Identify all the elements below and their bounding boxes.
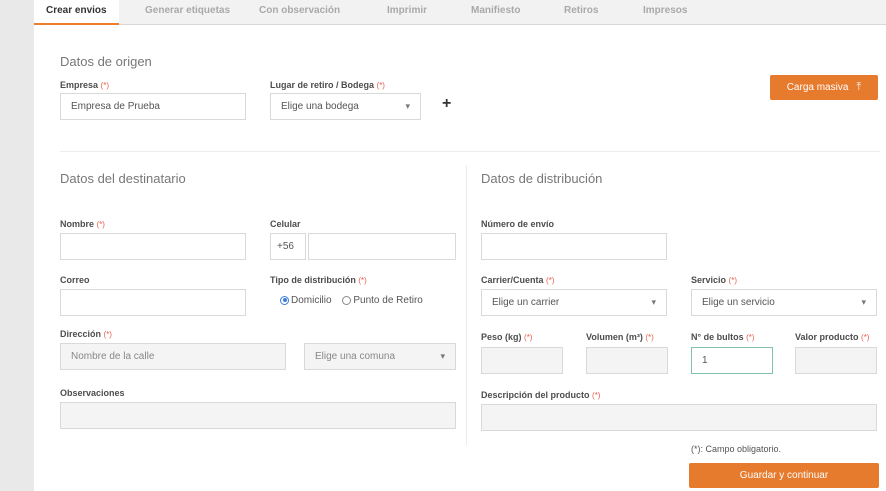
- divider: [60, 151, 880, 152]
- packages-label: N° de bultos (*): [691, 332, 755, 342]
- company-field[interactable]: Empresa de Prueba: [60, 93, 246, 120]
- pickup-select[interactable]: Elige una bodega: [270, 93, 421, 120]
- distribution-section-title: Datos de distribución: [481, 171, 603, 186]
- radio-punto-retiro[interactable]: [342, 295, 352, 305]
- service-select[interactable]: Elige un servicio: [691, 289, 877, 316]
- tab-imprimir[interactable]: Imprimir: [387, 5, 427, 16]
- tab-manifiesto[interactable]: Manifiesto: [471, 5, 520, 16]
- volume-field[interactable]: [586, 347, 668, 374]
- radio-domicilio-label: Domicilio: [291, 295, 332, 306]
- description-label: Descripción del producto (*): [481, 390, 601, 400]
- description-field[interactable]: [481, 404, 877, 431]
- name-field[interactable]: [60, 233, 246, 260]
- email-field[interactable]: [60, 289, 246, 316]
- column-divider: [466, 165, 467, 445]
- notes-field[interactable]: [60, 402, 456, 429]
- street-field[interactable]: Nombre de la calle: [60, 343, 286, 370]
- commune-select[interactable]: Elige una comuna: [304, 343, 456, 370]
- name-label: Nombre (*): [60, 219, 105, 229]
- phone-label: Celular: [270, 219, 301, 229]
- add-warehouse-icon[interactable]: +: [442, 95, 451, 113]
- product-value-label: Valor producto (*): [795, 332, 870, 342]
- shipment-number-label: Número de envío: [481, 219, 555, 229]
- phone-field[interactable]: [308, 233, 456, 260]
- carrier-select[interactable]: Elige un carrier: [481, 289, 667, 316]
- tab-crear-envios[interactable]: Crear envios: [34, 0, 119, 25]
- tab-impresos[interactable]: Impresos: [643, 5, 687, 16]
- volume-label: Volumen (m³) (*): [586, 332, 654, 342]
- upload-icon: ⤒: [856, 81, 862, 93]
- service-label: Servicio (*): [691, 275, 737, 285]
- email-label: Correo: [60, 275, 90, 285]
- dist-type-label: Tipo de distribución (*): [270, 275, 367, 285]
- recipient-section-title: Datos del destinatario: [60, 171, 186, 186]
- tab-bar: Crear envios Generar etiquetas Con obser…: [34, 0, 886, 25]
- shipment-form: Datos de origen Empresa (*) Empresa de P…: [34, 25, 886, 491]
- pickup-label: Lugar de retiro / Bodega (*): [270, 80, 385, 90]
- address-label: Dirección (*): [60, 329, 112, 339]
- radio-domicilio[interactable]: [280, 295, 289, 305]
- weight-field[interactable]: [481, 347, 563, 374]
- notes-label: Observaciones: [60, 388, 125, 398]
- dist-type-options: Domicilio Punto de Retiro: [280, 295, 423, 306]
- radio-punto-retiro-label: Punto de Retiro: [353, 295, 423, 306]
- packages-field[interactable]: 1: [691, 347, 773, 374]
- weight-label: Peso (kg) (*): [481, 332, 533, 342]
- tab-retiros[interactable]: Retiros: [564, 5, 598, 16]
- product-value-field[interactable]: [795, 347, 877, 374]
- tab-generar-etiquetas[interactable]: Generar etiquetas: [145, 5, 230, 16]
- tab-con-observacion[interactable]: Con observación: [259, 5, 340, 16]
- bulk-upload-label: Carga masiva: [786, 82, 849, 93]
- bulk-upload-button[interactable]: Carga masiva ⤒: [770, 75, 878, 100]
- phone-prefix: +56: [270, 233, 306, 260]
- save-continue-button[interactable]: Guardar y continuar: [689, 463, 879, 488]
- carrier-label: Carrier/Cuenta (*): [481, 275, 555, 285]
- required-note: (*): Campo obligatorio.: [691, 444, 782, 454]
- shipment-number-field[interactable]: [481, 233, 667, 260]
- company-label: Empresa (*): [60, 80, 109, 90]
- origin-section-title: Datos de origen: [60, 54, 152, 69]
